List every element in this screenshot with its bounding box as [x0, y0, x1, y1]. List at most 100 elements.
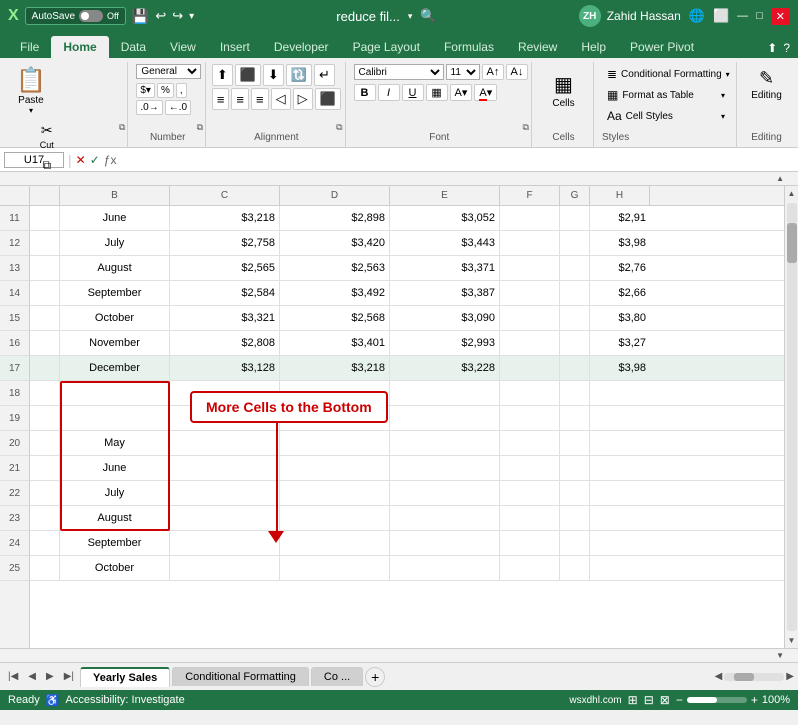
sheet-tab-yearly-sales[interactable]: Yearly Sales: [80, 667, 170, 687]
view-normal-icon[interactable]: ⊞: [628, 693, 638, 707]
paste-button[interactable]: 📋 Paste ▾: [10, 64, 52, 117]
cell-d15[interactable]: $2,568: [280, 306, 390, 330]
search-icon[interactable]: 🔍: [420, 8, 436, 24]
italic-button[interactable]: I: [378, 84, 400, 101]
cell-a25[interactable]: [30, 556, 60, 580]
tab-scroll-first[interactable]: |◀: [4, 669, 22, 684]
align-middle-button[interactable]: ⬛: [235, 64, 261, 86]
cell-c17[interactable]: $3,128: [170, 356, 280, 380]
ribbon-display-icon[interactable]: ⬜: [713, 8, 729, 24]
cell-d18[interactable]: [280, 381, 390, 405]
fill-color-button[interactable]: A▾: [450, 84, 473, 101]
cell-h20[interactable]: [590, 431, 650, 455]
scroll-up-arrow[interactable]: ▲: [785, 186, 798, 201]
share-icon[interactable]: 🌐: [689, 8, 705, 24]
h-scrollbar-thumb[interactable]: [734, 673, 754, 681]
cell-e21[interactable]: [390, 456, 500, 480]
cell-f16[interactable]: [500, 331, 560, 355]
conditional-formatting-button[interactable]: ≣ Conditional Formatting ▾: [602, 64, 730, 84]
scroll-up-icon[interactable]: ▲: [776, 174, 784, 183]
scroll-down-arrow[interactable]: ▼: [785, 633, 798, 648]
tab-review[interactable]: Review: [506, 36, 569, 58]
cell-f23[interactable]: [500, 506, 560, 530]
cut-button[interactable]: ✂ Cut: [12, 119, 82, 153]
h-scroll-left-icon[interactable]: ◀: [715, 671, 723, 682]
tab-power-pivot[interactable]: Power Pivot: [618, 36, 706, 58]
cell-e24[interactable]: [390, 531, 500, 555]
cell-f14[interactable]: [500, 281, 560, 305]
cell-c12[interactable]: $2,758: [170, 231, 280, 255]
cell-b12[interactable]: July: [60, 231, 170, 255]
cell-h23[interactable]: [590, 506, 650, 530]
cell-g24[interactable]: [560, 531, 590, 555]
cell-h25[interactable]: [590, 556, 650, 580]
fat-dropdown-icon[interactable]: ▾: [721, 91, 725, 100]
cell-f24[interactable]: [500, 531, 560, 555]
cell-f22[interactable]: [500, 481, 560, 505]
accessibility-status[interactable]: Accessibility: Investigate: [66, 694, 185, 706]
tab-help[interactable]: Help: [569, 36, 618, 58]
editing-button[interactable]: ✎ Editing: [745, 64, 788, 105]
cell-f13[interactable]: [500, 256, 560, 280]
cell-g21[interactable]: [560, 456, 590, 480]
help-question-icon[interactable]: ?: [783, 41, 790, 55]
cell-e25[interactable]: [390, 556, 500, 580]
cell-c14[interactable]: $2,584: [170, 281, 280, 305]
merge-button[interactable]: ⬛: [315, 88, 341, 110]
cell-a21[interactable]: [30, 456, 60, 480]
cell-g17[interactable]: [560, 356, 590, 380]
cell-h18[interactable]: [590, 381, 650, 405]
cell-c22[interactable]: [170, 481, 280, 505]
cell-d17[interactable]: $3,218: [280, 356, 390, 380]
title-dropdown-icon[interactable]: ▾: [408, 11, 413, 22]
cell-b23[interactable]: August: [60, 506, 170, 530]
add-sheet-button[interactable]: +: [365, 667, 385, 687]
cell-d25[interactable]: [280, 556, 390, 580]
tab-insert[interactable]: Insert: [208, 36, 262, 58]
cell-d21[interactable]: [280, 456, 390, 480]
autosave-state-icon[interactable]: [79, 10, 103, 22]
cell-d19[interactable]: [280, 406, 390, 430]
cell-h15[interactable]: $3,80: [590, 306, 650, 330]
col-header-b[interactable]: B: [60, 186, 170, 205]
tab-formulas[interactable]: Formulas: [432, 36, 506, 58]
cell-f12[interactable]: [500, 231, 560, 255]
zoom-in-button[interactable]: +: [751, 693, 758, 707]
border-button[interactable]: ▦: [426, 84, 448, 101]
cell-g25[interactable]: [560, 556, 590, 580]
col-header-c[interactable]: C: [170, 186, 280, 205]
autosave-toggle[interactable]: AutoSave Off: [25, 7, 126, 25]
vertical-scrollbar[interactable]: ▲ ▼: [784, 186, 798, 648]
cell-a16[interactable]: [30, 331, 60, 355]
h-scroll-right-icon[interactable]: ▶: [786, 671, 794, 682]
cell-f15[interactable]: [500, 306, 560, 330]
cell-b11[interactable]: June: [60, 206, 170, 230]
decrease-font-size-button[interactable]: A↓: [506, 64, 528, 80]
tab-scroll-prev[interactable]: ◀: [24, 669, 40, 684]
col-header-h[interactable]: H: [590, 186, 650, 205]
percent-button[interactable]: %: [157, 83, 174, 98]
sheet-tab-co[interactable]: Co ...: [311, 667, 363, 686]
font-color-button[interactable]: A▾: [474, 84, 497, 101]
cell-b22[interactable]: July: [60, 481, 170, 505]
view-page-layout-icon[interactable]: ⊟: [644, 693, 654, 707]
cell-c25[interactable]: [170, 556, 280, 580]
cell-g20[interactable]: [560, 431, 590, 455]
cell-b13[interactable]: August: [60, 256, 170, 280]
cell-e22[interactable]: [390, 481, 500, 505]
cell-g11[interactable]: [560, 206, 590, 230]
ribbon-collapse-icon[interactable]: ⬆: [767, 41, 777, 55]
cell-c13[interactable]: $2,565: [170, 256, 280, 280]
col-header-d[interactable]: D: [280, 186, 390, 205]
font-name-select[interactable]: Calibri Arial Times New Roman: [354, 64, 444, 80]
align-right-button[interactable]: ≡: [251, 88, 269, 110]
col-header-e[interactable]: E: [390, 186, 500, 205]
tab-view[interactable]: View: [158, 36, 208, 58]
tab-page-layout[interactable]: Page Layout: [341, 36, 432, 58]
cell-g19[interactable]: [560, 406, 590, 430]
cell-b19[interactable]: [60, 406, 170, 430]
underline-button[interactable]: U: [402, 84, 424, 101]
tab-developer[interactable]: Developer: [262, 36, 341, 58]
cell-c19[interactable]: [170, 406, 280, 430]
zoom-out-button[interactable]: −: [676, 693, 683, 707]
